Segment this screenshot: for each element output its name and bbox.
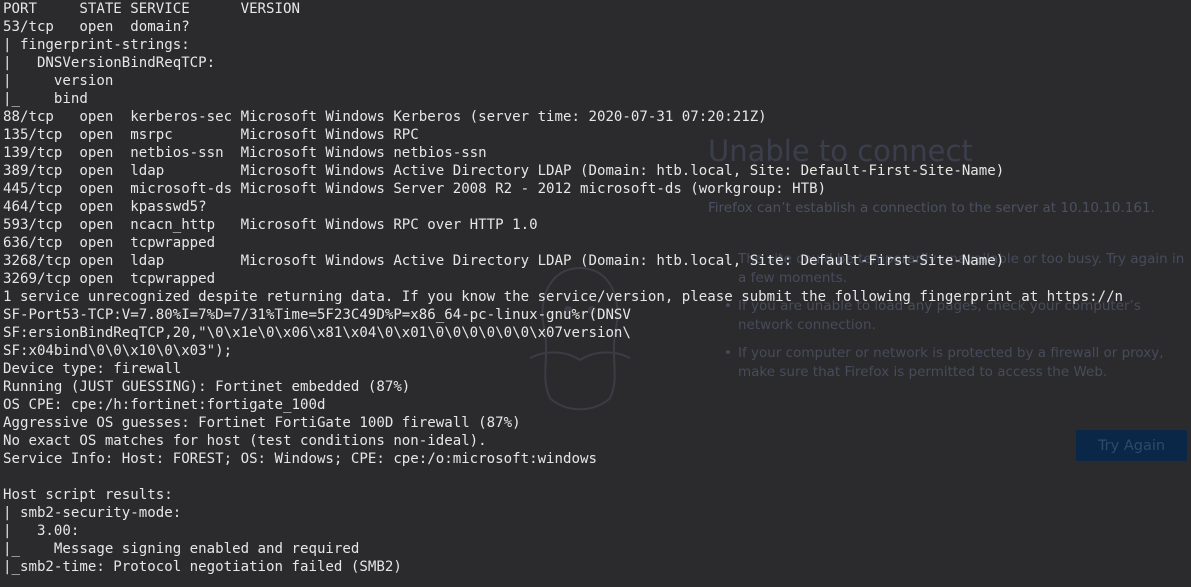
terminal-line: 3268/tcp open ldap Microsoft Windows Act…	[3, 253, 1005, 269]
terminal-line: |_smb2-time: Protocol negotiation failed…	[3, 559, 402, 575]
terminal-line: |_ bind	[3, 91, 88, 107]
terminal-line: Running (JUST GUESSING): Fortinet embedd…	[3, 379, 411, 395]
terminal-line: 389/tcp open ldap Microsoft Windows Acti…	[3, 163, 1005, 179]
terminal-output[interactable]: PORT STATE SERVICE VERSION 53/tcp open do…	[0, 0, 1191, 587]
terminal-line: 1 service unrecognized despite returning…	[3, 289, 1124, 305]
terminal-line: | 3.00:	[3, 523, 80, 539]
terminal-line: |_ Message signing enabled and required	[3, 541, 360, 557]
terminal-line: SF:x04bind\0\0\x10\0\x03");	[3, 343, 233, 359]
terminal-line: 593/tcp open ncacn_http Microsoft Window…	[3, 217, 538, 233]
terminal-line: SF:ersionBindReqTCP,20,"\0\x1e\0\x06\x81…	[3, 325, 631, 341]
terminal-line: 135/tcp open msrpc Microsoft Windows RPC	[3, 127, 419, 143]
terminal-line: Aggressive OS guesses: Fortinet FortiGat…	[3, 415, 521, 431]
terminal-line: 53/tcp open domain?	[3, 19, 190, 35]
terminal-line: SF-Port53-TCP:V=7.80%I=7%D=7/31%Time=5F2…	[3, 307, 631, 323]
terminal-line: Device type: firewall	[3, 361, 182, 377]
terminal-line: 3269/tcp open tcpwrapped	[3, 271, 216, 287]
terminal-line: | smb2-security-mode:	[3, 505, 182, 521]
terminal-line: No exact OS matches for host (test condi…	[3, 433, 487, 449]
terminal-line: Host script results:	[3, 487, 173, 503]
terminal-line: OS CPE: cpe:/h:fortinet:fortigate_100d	[3, 397, 326, 413]
terminal-line: PORT STATE SERVICE VERSION	[3, 1, 300, 17]
terminal-line: 88/tcp open kerberos-sec Microsoft Windo…	[3, 109, 767, 125]
terminal-line: | version	[3, 73, 114, 89]
terminal-line: 636/tcp open tcpwrapped	[3, 235, 216, 251]
terminal-line: | fingerprint-strings:	[3, 37, 190, 53]
terminal-line: 139/tcp open netbios-ssn Microsoft Windo…	[3, 145, 487, 161]
terminal-line: | DNSVersionBindReqTCP:	[3, 55, 216, 71]
terminal-line: 464/tcp open kpasswd5?	[3, 199, 207, 215]
terminal-line: 445/tcp open microsoft-ds Microsoft Wind…	[3, 181, 827, 197]
terminal-line: Service Info: Host: FOREST; OS: Windows;…	[3, 451, 597, 467]
